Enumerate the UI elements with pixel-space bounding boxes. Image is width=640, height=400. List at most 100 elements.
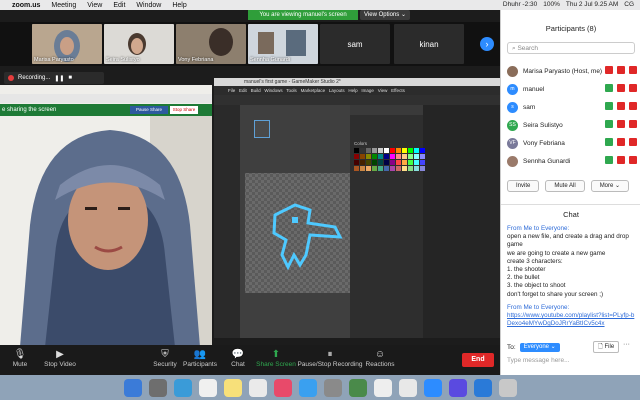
color-swatch[interactable] — [420, 154, 425, 159]
trash-icon[interactable] — [498, 378, 517, 397]
color-swatch[interactable] — [384, 160, 389, 165]
editor-menu-tools[interactable]: Tools — [286, 88, 297, 93]
color-swatch[interactable] — [402, 148, 407, 153]
color-swatch[interactable] — [366, 160, 371, 165]
menu-app[interactable]: zoom.us — [12, 2, 40, 9]
color-swatch[interactable] — [402, 166, 407, 171]
color-swatch[interactable] — [390, 148, 395, 153]
color-swatch[interactable] — [420, 148, 425, 153]
view-options-button[interactable]: View Options ⌄ — [360, 10, 410, 20]
color-swatch[interactable] — [390, 166, 395, 171]
recording-indicator[interactable]: Recording... ❚❚ ■ — [4, 72, 104, 84]
reactions-button[interactable]: ☺ Reactions — [350, 349, 410, 368]
color-swatch[interactable] — [408, 166, 413, 171]
participant-row[interactable]: SS Seira Sulistyo — [507, 116, 639, 134]
color-swatch[interactable] — [414, 160, 419, 165]
editor-menu-file[interactable]: File — [228, 88, 235, 93]
editor-menu-marketplace[interactable]: Marketplace — [301, 88, 326, 93]
pause-icon[interactable]: ❚❚ — [54, 75, 64, 82]
color-swatch[interactable] — [354, 148, 359, 153]
mute-all-button[interactable]: Mute All — [545, 180, 585, 192]
notes-icon[interactable] — [223, 378, 242, 397]
thumbnail-marisa[interactable]: Marisa Paryasto — [32, 24, 102, 64]
thumbnail-vony[interactable]: Vony Febriana — [176, 24, 246, 64]
color-swatch[interactable] — [360, 154, 365, 159]
clock[interactable]: Thu 2 Jul 9.25 AM — [566, 1, 618, 8]
color-swatch[interactable] — [378, 148, 383, 153]
color-swatch[interactable] — [384, 166, 389, 171]
color-swatch[interactable] — [396, 166, 401, 171]
terminal-icon[interactable] — [348, 378, 367, 397]
color-swatch[interactable] — [372, 154, 377, 159]
pause-share-button[interactable]: Pause Share — [130, 106, 168, 114]
color-swatch[interactable] — [354, 154, 359, 159]
end-meeting-button[interactable]: End — [462, 353, 494, 367]
participant-row[interactable]: Marisa Paryasto (Host, me) — [507, 62, 639, 80]
menu-view[interactable]: View — [87, 2, 102, 9]
color-swatch[interactable] — [372, 148, 377, 153]
menu-edit[interactable]: Edit — [113, 2, 125, 9]
reminders-icon[interactable] — [248, 378, 267, 397]
finder-icon[interactable] — [123, 378, 142, 397]
more-options-icon[interactable]: ··· — [623, 341, 630, 348]
more-button[interactable]: More ⌄ — [590, 180, 630, 192]
thumbnail-sam[interactable]: sam — [320, 24, 390, 64]
menu-meeting[interactable]: Meeting — [51, 2, 76, 9]
editor-menu-view[interactable]: View — [378, 88, 388, 93]
participant-row[interactable]: Sennha Gunardi — [507, 152, 639, 170]
thumbnail-sennha[interactable]: Sennha Gunardi — [248, 24, 318, 64]
participants-search-input[interactable]: ⌕ Search — [507, 42, 635, 54]
color-swatch[interactable] — [384, 148, 389, 153]
zoom-icon[interactable] — [423, 378, 442, 397]
sprite-canvas[interactable] — [240, 105, 350, 338]
color-swatch[interactable] — [366, 148, 371, 153]
menu-help[interactable]: Help — [172, 2, 186, 9]
mail-icon[interactable] — [473, 378, 492, 397]
editor-menu-effects[interactable]: Effects — [391, 88, 405, 93]
calendar-icon[interactable] — [198, 378, 217, 397]
user-initials[interactable]: CG — [624, 1, 634, 8]
color-swatch[interactable] — [402, 160, 407, 165]
color-swatch[interactable] — [414, 148, 419, 153]
color-swatch[interactable] — [354, 160, 359, 165]
preview-icon[interactable] — [373, 378, 392, 397]
invite-button[interactable]: Invite — [507, 180, 540, 192]
participant-row[interactable]: s sam — [507, 98, 639, 116]
color-swatch[interactable] — [402, 154, 407, 159]
launchpad-icon[interactable] — [148, 378, 167, 397]
color-palette[interactable] — [354, 148, 425, 171]
color-swatch[interactable] — [408, 148, 413, 153]
editor-menu-windows[interactable]: Windows — [264, 88, 282, 93]
music-icon[interactable] — [273, 378, 292, 397]
color-swatch[interactable] — [354, 166, 359, 171]
color-swatch[interactable] — [396, 154, 401, 159]
chat-message-input[interactable]: Type message here... — [507, 357, 635, 364]
battery-level[interactable]: 100% — [543, 1, 560, 8]
color-swatch[interactable] — [408, 154, 413, 159]
chrome-icon[interactable] — [398, 378, 417, 397]
participant-row[interactable]: VF Vony Febriana — [507, 134, 639, 152]
color-swatch[interactable] — [378, 160, 383, 165]
color-swatch[interactable] — [360, 166, 365, 171]
gamemaker-icon[interactable] — [448, 378, 467, 397]
color-swatch[interactable] — [366, 166, 371, 171]
thumbnail-seira[interactable]: Seira Sulistyo — [104, 24, 174, 64]
color-swatch[interactable] — [414, 154, 419, 159]
menu-window[interactable]: Window — [136, 2, 161, 9]
color-swatch[interactable] — [384, 154, 389, 159]
color-swatch[interactable] — [390, 160, 395, 165]
editor-menu-image[interactable]: Image — [361, 88, 374, 93]
editor-menu-help[interactable]: Help — [348, 88, 357, 93]
color-swatch[interactable] — [396, 148, 401, 153]
color-swatch[interactable] — [390, 154, 395, 159]
color-swatch[interactable] — [420, 160, 425, 165]
color-swatch[interactable] — [372, 166, 377, 171]
stop-share-button[interactable]: Stop Share — [170, 106, 198, 114]
editor-menu-build[interactable]: Build — [251, 88, 261, 93]
color-swatch[interactable] — [360, 160, 365, 165]
color-swatch[interactable] — [378, 166, 383, 171]
file-button[interactable]: 🗋 File — [593, 341, 620, 353]
color-swatch[interactable] — [414, 166, 419, 171]
frame-thumbnail[interactable] — [254, 120, 270, 138]
color-swatch[interactable] — [408, 160, 413, 165]
